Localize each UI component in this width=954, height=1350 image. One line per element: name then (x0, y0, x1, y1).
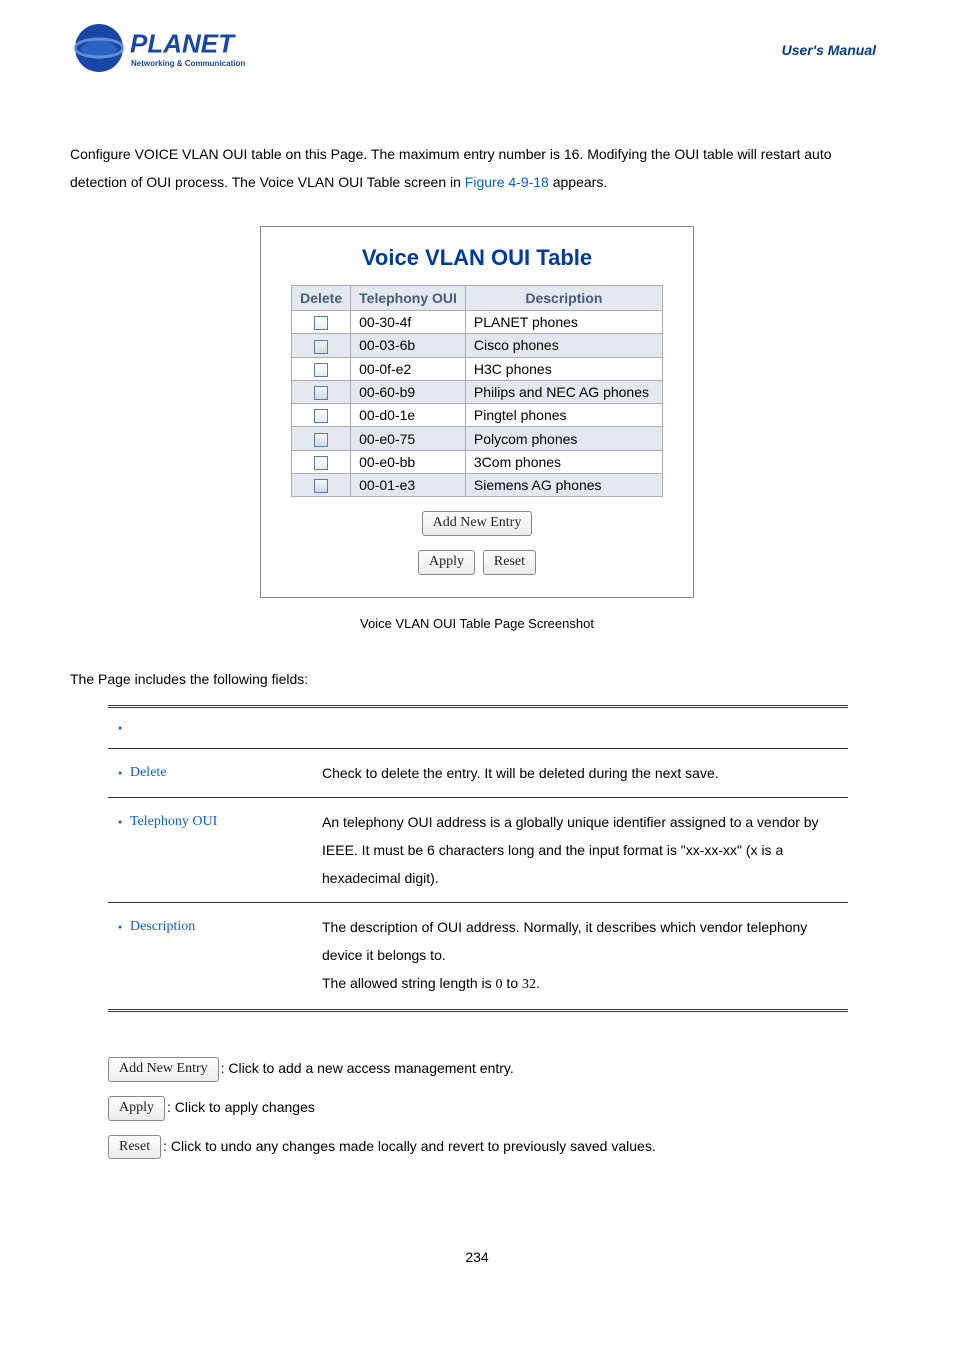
header-description (314, 706, 848, 748)
cell-oui: 00-03-6b (351, 334, 466, 357)
oui-panel: Voice VLAN OUI Table Delete Telephony OU… (260, 226, 694, 598)
cell-desc: Siemens AG phones (465, 474, 662, 497)
delete-checkbox[interactable] (314, 316, 328, 330)
field-object: Delete (108, 748, 314, 797)
cell-desc: Pingtel phones (465, 404, 662, 427)
col-delete: Delete (292, 286, 351, 311)
apply-button[interactable]: Apply (418, 550, 475, 575)
apply-button-inline[interactable]: Apply (108, 1096, 165, 1121)
field-row: Description The description of OUI addre… (108, 902, 848, 1010)
field-desc-text: The description of OUI address. Normally… (322, 919, 807, 963)
field-object: Telephony OUI (108, 797, 314, 902)
add-new-entry-button[interactable]: Add New Entry (422, 511, 533, 536)
add-help-text: : Click to add a new access management e… (221, 1060, 514, 1076)
field-desc-text: The allowed string length is (322, 975, 496, 991)
intro-text-2: detection of OUI process. The Voice VLAN… (70, 174, 465, 190)
svg-text:PLANET: PLANET (130, 29, 236, 59)
field-desc: The description of OUI address. Normally… (314, 902, 848, 1010)
cell-desc: Philips and NEC AG phones (465, 380, 662, 403)
buttons-explanation: Add New Entry: Click to add a new access… (70, 1057, 884, 1159)
field-desc: An telephony OUI address is a globally u… (314, 797, 848, 902)
field-desc-text: to (503, 975, 522, 991)
cell-oui: 00-01-e3 (351, 474, 466, 497)
planet-logo-icon: PLANET Networking & Communication (70, 20, 260, 80)
svg-text:Networking & Communication: Networking & Communication (131, 59, 245, 68)
table-row: 00-e0-75 Polycom phones (292, 427, 663, 450)
delete-checkbox[interactable] (314, 386, 328, 400)
fields-intro: The Page includes the following fields: (70, 671, 884, 687)
figure-caption: Voice VLAN OUI Table Page Screenshot (70, 616, 884, 631)
add-new-entry-button-inline[interactable]: Add New Entry (108, 1057, 219, 1082)
cell-oui: 00-e0-75 (351, 427, 466, 450)
field-desc-text: . (536, 975, 540, 991)
panel-title: Voice VLAN OUI Table (291, 245, 663, 271)
cell-oui: 00-30-4f (351, 311, 466, 334)
col-desc: Description (465, 286, 662, 311)
reset-help-text: : Click to undo any changes made locally… (163, 1138, 656, 1154)
col-oui: Telephony OUI (351, 286, 466, 311)
table-row: 00-e0-bb 3Com phones (292, 450, 663, 473)
table-row: 00-03-6b Cisco phones (292, 334, 663, 357)
page-number: 234 (70, 1249, 884, 1265)
cell-oui: 00-0f-e2 (351, 357, 466, 380)
page-header: PLANET Networking & Communication User's… (70, 20, 884, 80)
cell-oui: 00-d0-1e (351, 404, 466, 427)
oui-table: Delete Telephony OUI Description 00-30-4… (291, 285, 663, 497)
manual-title: User's Manual (782, 42, 884, 58)
delete-checkbox[interactable] (314, 456, 328, 470)
logo: PLANET Networking & Communication (70, 20, 260, 80)
table-row: 00-30-4f PLANET phones (292, 311, 663, 334)
field-object: Description (108, 902, 314, 1010)
delete-checkbox[interactable] (314, 409, 328, 423)
field-desc-num: 0 (496, 977, 503, 992)
field-desc-num: 32 (522, 977, 536, 992)
intro-text-1: Configure VOICE VLAN OUI table on this P… (70, 146, 832, 162)
cell-desc: 3Com phones (465, 450, 662, 473)
table-row: 00-0f-e2 H3C phones (292, 357, 663, 380)
delete-checkbox[interactable] (314, 340, 328, 354)
header-object (108, 706, 314, 748)
table-row: 00-01-e3 Siemens AG phones (292, 474, 663, 497)
cell-oui: 00-e0-bb (351, 450, 466, 473)
cell-desc: Cisco phones (465, 334, 662, 357)
figure-reference-link: Figure 4-9-18 (465, 174, 549, 190)
delete-checkbox[interactable] (314, 479, 328, 493)
reset-button-inline[interactable]: Reset (108, 1135, 161, 1160)
fields-table: Delete Check to delete the entry. It wil… (108, 705, 848, 1012)
field-desc: Check to delete the entry. It will be de… (314, 748, 848, 797)
intro-text-3: appears. (549, 174, 607, 190)
field-row: Telephony OUI An telephony OUI address i… (108, 797, 848, 902)
table-row: 00-60-b9 Philips and NEC AG phones (292, 380, 663, 403)
cell-oui: 00-60-b9 (351, 380, 466, 403)
cell-desc: H3C phones (465, 357, 662, 380)
delete-checkbox[interactable] (314, 433, 328, 447)
intro-paragraph: Configure VOICE VLAN OUI table on this P… (70, 140, 884, 196)
delete-checkbox[interactable] (314, 363, 328, 377)
cell-desc: PLANET phones (465, 311, 662, 334)
apply-help-text: : Click to apply changes (167, 1099, 315, 1115)
table-row: 00-d0-1e Pingtel phones (292, 404, 663, 427)
cell-desc: Polycom phones (465, 427, 662, 450)
reset-button[interactable]: Reset (483, 550, 536, 575)
field-row: Delete Check to delete the entry. It wil… (108, 748, 848, 797)
